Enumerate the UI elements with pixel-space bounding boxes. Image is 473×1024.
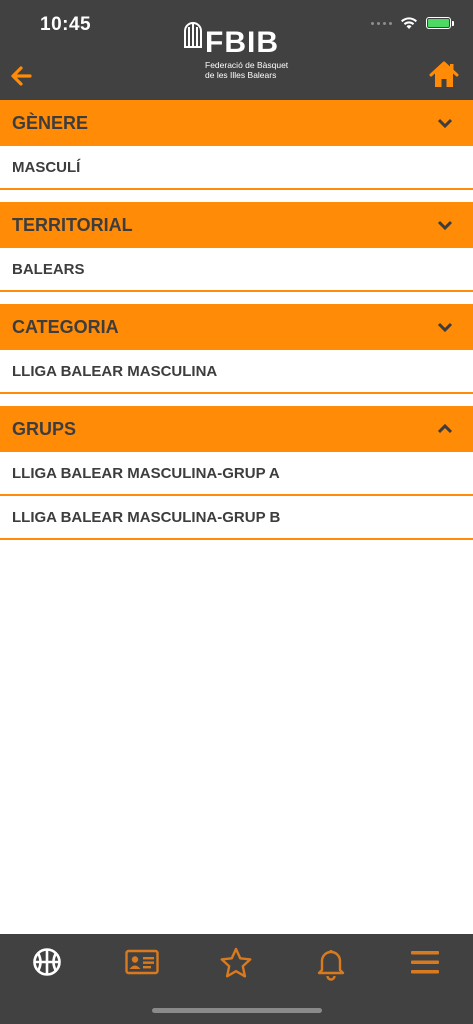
tab-id-card[interactable] bbox=[124, 946, 160, 982]
section-header-grups[interactable]: GRUPS bbox=[0, 406, 473, 452]
home-button[interactable] bbox=[429, 60, 459, 90]
section-header-categoria[interactable]: CATEGORIA bbox=[0, 304, 473, 350]
tab-favorites[interactable] bbox=[218, 946, 254, 982]
battery-icon bbox=[426, 17, 454, 29]
logo-subtitle-line1: Federació de Bàsquet bbox=[205, 60, 289, 70]
section-header-territorial[interactable]: TERRITORIAL bbox=[0, 202, 473, 248]
signal-icon bbox=[371, 21, 392, 25]
section-divider bbox=[0, 190, 473, 202]
tab-basketball[interactable] bbox=[29, 946, 65, 982]
app-header: 10:45 FBIB Federació de Bàsquet de les I… bbox=[0, 0, 473, 100]
status-icons bbox=[371, 16, 454, 30]
logo-subtitle-line2: de les Illes Balears bbox=[205, 70, 277, 80]
chevron-down-icon bbox=[437, 322, 453, 333]
list-item[interactable]: MASCULÍ bbox=[0, 146, 473, 190]
list-item[interactable]: LLIGA BALEAR MASCULINA-GRUP A bbox=[0, 452, 473, 496]
list-item[interactable]: LLIGA BALEAR MASCULINA-GRUP B bbox=[0, 496, 473, 540]
chevron-down-icon bbox=[437, 118, 453, 129]
home-icon bbox=[429, 61, 459, 87]
id-card-icon bbox=[125, 949, 159, 975]
list-item[interactable]: LLIGA BALEAR MASCULINA bbox=[0, 350, 473, 394]
section-territorial: TERRITORIAL BALEARS bbox=[0, 202, 473, 292]
filter-sections: GÈNERE MASCULÍ TERRITORIAL BALEARS CATEG… bbox=[0, 100, 473, 540]
back-button[interactable] bbox=[8, 62, 36, 90]
tab-menu[interactable] bbox=[407, 946, 443, 982]
arrow-left-icon bbox=[11, 66, 32, 86]
section-title: GRUPS bbox=[12, 418, 77, 439]
section-title: TERRITORIAL bbox=[12, 214, 133, 235]
section-title: CATEGORIA bbox=[12, 316, 119, 337]
status-time: 10:45 bbox=[40, 14, 92, 35]
wifi-icon bbox=[401, 17, 417, 29]
section-title: GÈNERE bbox=[12, 112, 89, 133]
section-divider bbox=[0, 394, 473, 406]
star-icon bbox=[220, 947, 252, 978]
section-header-genere[interactable]: GÈNERE bbox=[0, 100, 473, 146]
list-item[interactable]: BALEARS bbox=[0, 248, 473, 292]
basketball-icon bbox=[33, 948, 61, 976]
logo-title: FBIB bbox=[205, 26, 279, 59]
chevron-up-icon bbox=[437, 423, 453, 434]
section-genere: GÈNERE MASCULÍ bbox=[0, 100, 473, 190]
bell-icon bbox=[317, 950, 345, 981]
section-categoria: CATEGORIA LLIGA BALEAR MASCULINA bbox=[0, 304, 473, 394]
tab-notifications[interactable] bbox=[313, 946, 349, 982]
home-indicator[interactable] bbox=[152, 1008, 322, 1013]
fbib-logo: FBIB Federació de Bàsquet de les Illes B… bbox=[184, 22, 294, 80]
section-grups: GRUPS LLIGA BALEAR MASCULINA-GRUP A LLIG… bbox=[0, 406, 473, 540]
menu-icon bbox=[411, 951, 439, 974]
chevron-down-icon bbox=[437, 220, 453, 231]
section-divider bbox=[0, 292, 473, 304]
logo-mark-icon bbox=[184, 22, 202, 48]
